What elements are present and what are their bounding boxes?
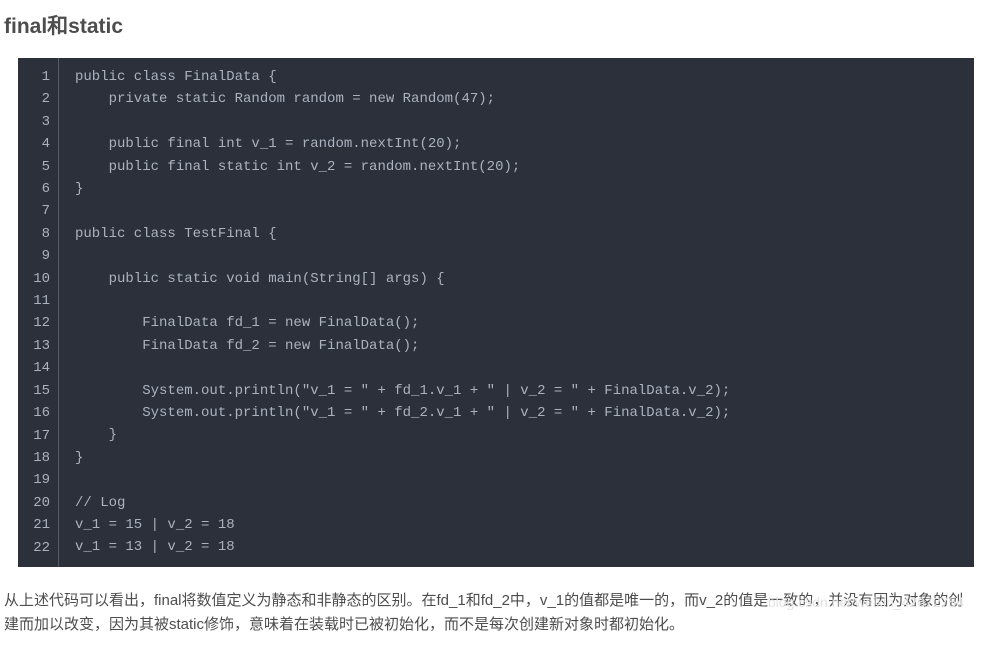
line-number: 6 — [28, 178, 50, 200]
line-number: 14 — [28, 357, 50, 379]
line-number: 8 — [28, 223, 50, 245]
line-number: 18 — [28, 447, 50, 469]
line-number: 12 — [28, 312, 50, 334]
section-heading: final和static — [4, 10, 982, 40]
code-line: System.out.println("v_1 = " + fd_2.v_1 +… — [75, 402, 958, 424]
code-block: 12345678910111213141516171819202122 publ… — [18, 58, 974, 567]
line-number: 1 — [28, 66, 50, 88]
line-number: 9 — [28, 245, 50, 267]
code-line: private static Random random = new Rando… — [75, 88, 958, 110]
line-number-gutter: 12345678910111213141516171819202122 — [18, 58, 59, 567]
line-number: 17 — [28, 425, 50, 447]
code-line: } — [75, 424, 958, 446]
explanation-paragraph: 从上述代码可以看出，final将数值定义为静态和非静态的区别。在fd_1和fd_… — [4, 589, 978, 637]
line-number: 19 — [28, 469, 50, 491]
line-number: 16 — [28, 402, 50, 424]
line-number: 7 — [28, 200, 50, 222]
code-line — [75, 357, 958, 379]
code-line: v_1 = 15 | v_2 = 18 — [75, 514, 958, 536]
code-line — [75, 290, 958, 312]
line-number: 4 — [28, 133, 50, 155]
code-line: System.out.println("v_1 = " + fd_1.v_1 +… — [75, 380, 958, 402]
code-line — [75, 200, 958, 222]
code-line: public class FinalData { — [75, 66, 958, 88]
line-number: 11 — [28, 290, 50, 312]
code-line: FinalData fd_2 = new FinalData(); — [75, 335, 958, 357]
line-number: 21 — [28, 514, 50, 536]
code-line: public class TestFinal { — [75, 223, 958, 245]
code-line — [75, 245, 958, 267]
code-content: public class FinalData { private static … — [59, 58, 974, 567]
code-line: public final int v_1 = random.nextInt(20… — [75, 133, 958, 155]
code-line: } — [75, 178, 958, 200]
code-line — [75, 111, 958, 133]
code-line: FinalData fd_1 = new FinalData(); — [75, 312, 958, 334]
line-number: 5 — [28, 156, 50, 178]
line-number: 10 — [28, 268, 50, 290]
line-number: 15 — [28, 380, 50, 402]
code-line: public static void main(String[] args) { — [75, 268, 958, 290]
code-line: v_1 = 13 | v_2 = 18 — [75, 536, 958, 558]
code-line: } — [75, 447, 958, 469]
code-line: // Log — [75, 492, 958, 514]
line-number: 13 — [28, 335, 50, 357]
line-number: 2 — [28, 88, 50, 110]
code-line — [75, 469, 958, 491]
line-number: 3 — [28, 111, 50, 133]
line-number: 20 — [28, 492, 50, 514]
code-line: public final static int v_2 = random.nex… — [75, 156, 958, 178]
line-number: 22 — [28, 537, 50, 559]
